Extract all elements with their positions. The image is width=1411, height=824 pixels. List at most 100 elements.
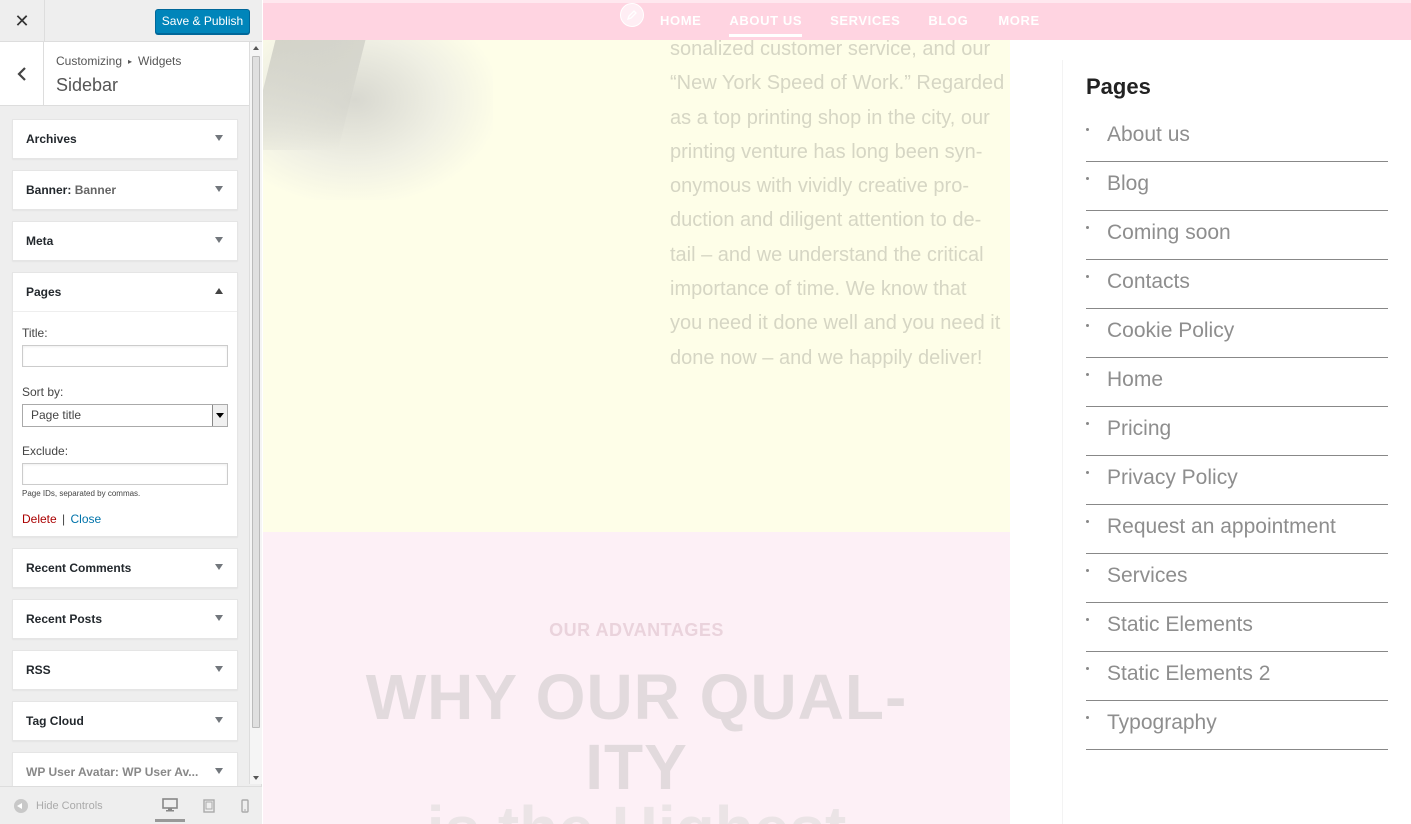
- widget-header[interactable]: Pages: [13, 273, 237, 311]
- dropdown-arrow-icon[interactable]: [212, 405, 227, 426]
- breadcrumb-root: Customizing: [56, 54, 123, 68]
- widget-title: RSS: [26, 663, 51, 677]
- title-input[interactable]: [22, 345, 228, 367]
- widget-tag-cloud[interactable]: Tag Cloud: [12, 701, 238, 741]
- save-publish-button[interactable]: Save & Publish: [155, 9, 250, 34]
- nav-about-us[interactable]: ABOUT US: [729, 0, 802, 40]
- widget-header[interactable]: Banner: Banner: [13, 171, 237, 209]
- list-item: About us: [1086, 113, 1388, 162]
- expand-arrow-icon[interactable]: [215, 564, 223, 570]
- nav-home[interactable]: HOME: [660, 0, 701, 40]
- nav-more[interactable]: MORE: [998, 0, 1039, 40]
- desktop-preview-button[interactable]: [155, 795, 185, 822]
- page-link[interactable]: Contacts: [1107, 270, 1190, 294]
- hide-controls-button[interactable]: Hide Controls: [14, 799, 103, 813]
- customizer-footer: Hide Controls: [0, 786, 262, 824]
- pages-widget-title: Pages: [1086, 74, 1151, 99]
- widget-meta[interactable]: Meta: [12, 221, 238, 261]
- edit-shortcut-button[interactable]: [620, 3, 644, 27]
- section-title-bar: Customizing ▸ Widgets Sidebar: [0, 42, 249, 106]
- list-item: Services: [1086, 554, 1388, 603]
- about-hero-section: sonalized customer service, and our “New…: [263, 0, 1010, 532]
- scroll-up-icon[interactable]: [253, 46, 259, 50]
- close-customizer-button[interactable]: ✕: [0, 0, 45, 42]
- panel-scrollbar[interactable]: [249, 42, 262, 784]
- close-link[interactable]: Close: [71, 512, 102, 526]
- section-name: Sidebar: [56, 75, 119, 95]
- scroll-down-icon[interactable]: [253, 776, 259, 780]
- main-menu: HOME ABOUT US SERVICES BLOG MORE: [660, 0, 1068, 40]
- mobile-icon: [241, 799, 249, 813]
- page-link[interactable]: Services: [1107, 564, 1188, 588]
- expand-arrow-icon[interactable]: [215, 186, 223, 192]
- page-link[interactable]: Static Elements: [1107, 613, 1253, 637]
- delete-link[interactable]: Delete: [22, 512, 57, 526]
- widget-rss[interactable]: RSS: [12, 650, 238, 690]
- sort-by-label: Sort by:: [22, 385, 64, 399]
- scroll-thumb[interactable]: [252, 56, 260, 728]
- nav-services[interactable]: SERVICES: [830, 0, 900, 40]
- widget-header[interactable]: Recent Comments: [13, 549, 237, 587]
- widget-recent-comments[interactable]: Recent Comments: [12, 548, 238, 588]
- widget-header[interactable]: Meta: [13, 222, 237, 260]
- bullet-icon: [1086, 226, 1089, 229]
- collapse-circle-icon: [14, 799, 28, 813]
- widget-pages[interactable]: Pages Title: Sort by: Page title Exclude…: [12, 272, 238, 537]
- chevron-left-icon: [16, 66, 26, 81]
- breadcrumb-current: Widgets: [138, 54, 182, 68]
- page-link[interactable]: Pricing: [1107, 417, 1171, 441]
- list-item: Typography: [1086, 701, 1388, 750]
- exclude-input[interactable]: [22, 463, 228, 485]
- widget-header[interactable]: RSS: [13, 651, 237, 689]
- sort-by-select[interactable]: Page title: [22, 404, 228, 427]
- title-label: Title:: [22, 326, 48, 340]
- list-item: Privacy Policy: [1086, 456, 1388, 505]
- page-link[interactable]: Typography: [1107, 711, 1217, 735]
- back-button[interactable]: [0, 42, 44, 105]
- widget-title: Recent Comments: [26, 561, 132, 575]
- bullet-icon: [1086, 373, 1089, 376]
- list-item: Static Elements 2: [1086, 652, 1388, 701]
- page-link[interactable]: Request an appointment: [1107, 515, 1336, 539]
- widget-banner[interactable]: Banner: Banner: [12, 170, 238, 210]
- list-item: Cookie Policy: [1086, 309, 1388, 358]
- list-item: Blog: [1086, 162, 1388, 211]
- list-item: Request an appointment: [1086, 505, 1388, 554]
- expand-arrow-icon[interactable]: [215, 768, 223, 774]
- bullet-icon: [1086, 177, 1089, 180]
- tablet-icon: [203, 799, 215, 813]
- widget-title: Recent Posts: [26, 612, 103, 626]
- widget-header[interactable]: Recent Posts: [13, 600, 237, 638]
- expand-arrow-icon[interactable]: [215, 666, 223, 672]
- page-link[interactable]: Coming soon: [1107, 221, 1231, 245]
- widget-recent-posts[interactable]: Recent Posts: [12, 599, 238, 639]
- list-item: Contacts: [1086, 260, 1388, 309]
- widget-title: Banner: Banner: [26, 183, 117, 197]
- bullet-icon: [1086, 422, 1089, 425]
- sort-by-value: Page title: [31, 408, 82, 422]
- collapse-arrow-icon[interactable]: [215, 288, 223, 294]
- expand-arrow-icon[interactable]: [215, 237, 223, 243]
- page-link[interactable]: Blog: [1107, 172, 1149, 196]
- expand-arrow-icon[interactable]: [215, 135, 223, 141]
- widget-archives[interactable]: Archives: [12, 119, 238, 159]
- page-link[interactable]: Home: [1107, 368, 1163, 392]
- bullet-icon: [1086, 618, 1089, 621]
- list-item: Pricing: [1086, 407, 1388, 456]
- widget-title: Meta: [26, 234, 54, 248]
- sidebar-widget-area: Pages About us Blog Coming soon Contacts…: [1062, 60, 1411, 824]
- expand-arrow-icon[interactable]: [215, 717, 223, 723]
- mobile-preview-button[interactable]: [234, 795, 256, 817]
- expand-arrow-icon[interactable]: [215, 615, 223, 621]
- page-link[interactable]: Cookie Policy: [1107, 319, 1234, 343]
- list-item: Static Elements: [1086, 603, 1388, 652]
- page-link[interactable]: About us: [1107, 123, 1190, 147]
- page-link[interactable]: Static Elements 2: [1107, 662, 1270, 686]
- page-link[interactable]: Privacy Policy: [1107, 466, 1238, 490]
- widget-header[interactable]: Tag Cloud: [13, 702, 237, 740]
- close-icon: ✕: [14, 10, 30, 31]
- widget-header[interactable]: Archives: [13, 120, 237, 158]
- nav-blog[interactable]: BLOG: [928, 0, 968, 40]
- tablet-preview-button[interactable]: [198, 795, 220, 817]
- pages-list: About us Blog Coming soon Contacts Cooki…: [1086, 113, 1388, 750]
